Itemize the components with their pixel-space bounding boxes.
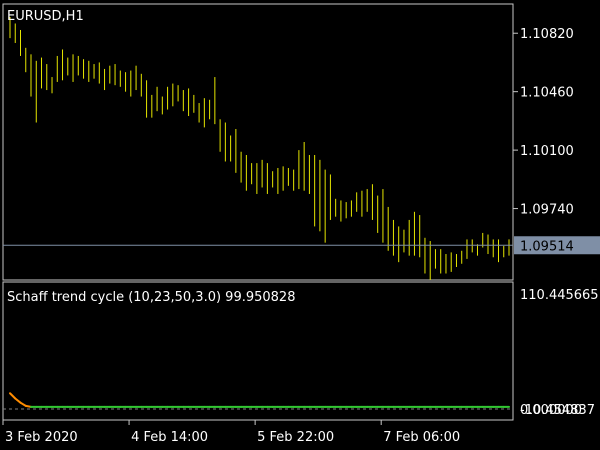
chart-background — [0, 0, 600, 450]
time-axis-label: 7 Feb 06:00 — [383, 430, 460, 445]
time-axis-label: 4 Feb 14:00 — [131, 430, 208, 445]
indicator-axis-max-label: 110.445665 — [520, 288, 599, 303]
symbol-timeframe-label: EURUSD,H1 — [7, 9, 84, 24]
current-price-value: 1.09514 — [520, 239, 574, 254]
price-axis-label: 1.10460 — [520, 86, 574, 101]
indicator-title: Schaff trend cycle (10,23,50,3.0) 99.950… — [7, 290, 295, 305]
time-axis-label: 3 Feb 2020 — [5, 430, 78, 445]
time-axis-label: 5 Feb 22:00 — [257, 430, 334, 445]
indicator-axis-zero-label: 0.000000 — [520, 403, 582, 418]
chart-canvas: EURUSD,H1 1.10820 1.10460 1.10100 1.09740 1… — [0, 0, 600, 450]
price-axis-label: 1.10820 — [520, 27, 574, 42]
current-price-badge: 1.09514 — [514, 236, 600, 255]
price-axis-label: 1.10100 — [520, 144, 574, 159]
price-axis-label: 1.09740 — [520, 203, 574, 218]
